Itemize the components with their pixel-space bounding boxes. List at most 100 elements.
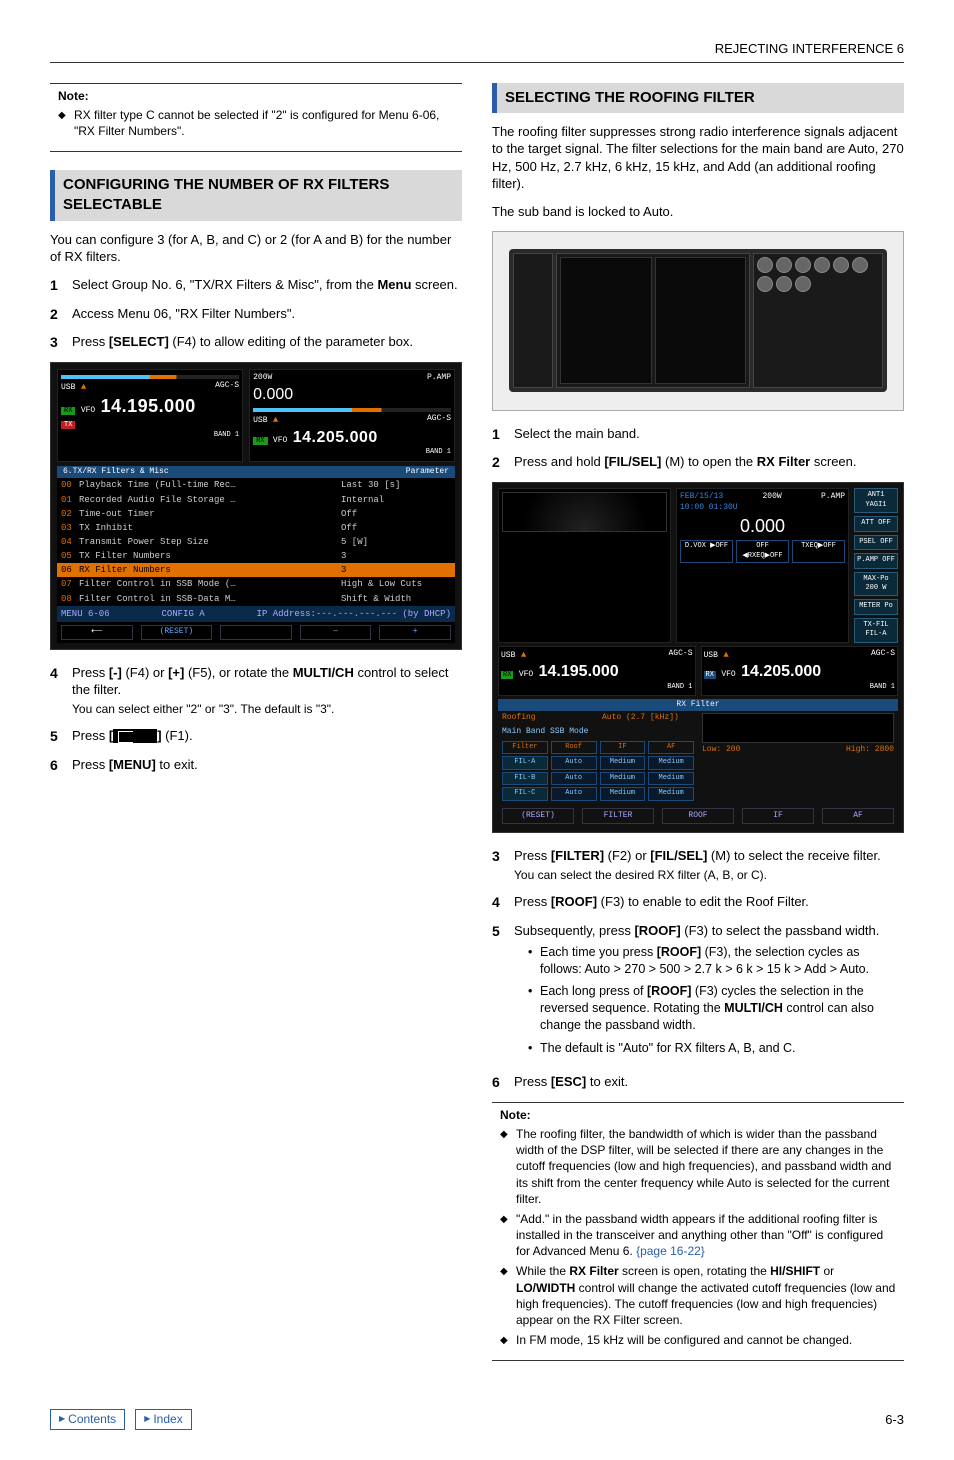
z: 0.000 bbox=[680, 514, 845, 538]
usb: USB bbox=[501, 651, 515, 660]
step-text: Press [ESC] to exit. bbox=[514, 1073, 904, 1091]
usb: USB bbox=[61, 383, 75, 392]
toggle: D.VOX ▶OFF bbox=[680, 540, 733, 563]
menu-row: 00Playback Time (Full-time Rec…Last 30 [… bbox=[57, 478, 455, 492]
soft-button: (RESET) bbox=[502, 808, 574, 825]
t: Press bbox=[514, 1074, 551, 1089]
soft-button: ⟵ bbox=[61, 625, 133, 640]
t: Press bbox=[72, 665, 109, 680]
mh-l: 6.TX/RX Filters & Misc bbox=[63, 467, 406, 478]
t: Select Group No. 6, "TX/RX Filters & Mis… bbox=[72, 277, 377, 292]
note-item: In FM mode, 15 kHz will be configured an… bbox=[500, 1332, 896, 1348]
b: [SELECT] bbox=[109, 334, 169, 349]
b: [FIL/SEL] bbox=[650, 848, 707, 863]
note-title: Note: bbox=[500, 1107, 896, 1123]
p2: The sub band is locked to Auto. bbox=[492, 203, 904, 221]
t: (F3) to select the passband width. bbox=[681, 923, 880, 938]
pw: 200W bbox=[763, 492, 782, 503]
device-photo bbox=[492, 231, 904, 411]
step-num: 1 bbox=[50, 276, 72, 295]
pamp: P.AMP bbox=[427, 373, 451, 384]
rx: RX bbox=[501, 671, 513, 679]
rl: Roofing bbox=[502, 713, 602, 724]
f-m: CONFIG A bbox=[161, 608, 204, 620]
step-num: 5 bbox=[50, 727, 72, 746]
t: Press and hold bbox=[514, 454, 604, 469]
t: to exit. bbox=[586, 1074, 628, 1089]
b: [ESC] bbox=[551, 1074, 586, 1089]
note-item: "Add." in the passband width appears if … bbox=[500, 1211, 896, 1260]
vfo: VFO bbox=[81, 406, 95, 415]
side-button: METER Po bbox=[854, 599, 898, 614]
right-column: SELECTING THE ROOFING FILTER The roofing… bbox=[492, 83, 904, 1380]
menu-row: 05TX Filter Numbers3 bbox=[57, 549, 455, 563]
t: (F4) to allow editing of the parameter b… bbox=[169, 334, 413, 349]
t: (M) to select the receive filter. bbox=[707, 848, 880, 863]
hi: High: 2800 bbox=[846, 745, 894, 756]
t: to exit. bbox=[156, 757, 198, 772]
step-text: Select Group No. 6, "TX/RX Filters & Mis… bbox=[72, 276, 462, 294]
side-button: ATT OFF bbox=[854, 516, 898, 531]
soft-button: IF bbox=[742, 808, 814, 825]
page-number: 6-3 bbox=[885, 1411, 904, 1429]
contents-button[interactable]: Contents bbox=[50, 1409, 125, 1429]
agc: AGC-S bbox=[427, 414, 451, 425]
toggle: OFF ◀RXEQ▶OFF bbox=[736, 540, 789, 563]
menu-row: 08Filter Control in SSB-Data M…Shift & W… bbox=[57, 592, 455, 606]
t: Subsequently, press bbox=[514, 923, 634, 938]
freq-a: 14.195.000 bbox=[101, 396, 196, 416]
soft-button: AF bbox=[822, 808, 894, 825]
page-header: REJECTING INTERFERENCE 6 bbox=[50, 40, 904, 63]
steps-left-1: 1 Select Group No. 6, "TX/RX Filters & M… bbox=[50, 276, 462, 353]
note-box-top: Note: RX filter type C cannot be selecte… bbox=[50, 83, 462, 153]
soft-button: ROOF bbox=[662, 808, 734, 825]
step-text: Subsequently, press [ROOF] (F3) to selec… bbox=[514, 922, 904, 1063]
b: [ROOF] bbox=[634, 923, 680, 938]
rx-filter-screenshot: FEB/15/13200WP.AMP 10:00 01:30U 0.000 D.… bbox=[492, 482, 904, 833]
sub: You can select the desired RX filter (A,… bbox=[514, 867, 904, 883]
t: (F3) to enable to edit the Roof Filter. bbox=[597, 894, 809, 909]
rxh: RX Filter bbox=[498, 699, 898, 712]
b: [-] bbox=[109, 665, 122, 680]
bd: BAND 1 bbox=[501, 683, 693, 692]
fb: 14.205.000 bbox=[741, 663, 821, 680]
menu-row: 03TX InhibitOff bbox=[57, 521, 455, 535]
filter-row: FIL-AAutoMediumMedium bbox=[502, 756, 694, 769]
side-button: PSEL OFF bbox=[854, 535, 898, 550]
b: [FILTER] bbox=[551, 848, 604, 863]
menu-row: 02Time-out TimerOff bbox=[57, 507, 455, 521]
steps-right-2: 3 Press [FILTER] (F2) or [FIL/SEL] (M) t… bbox=[492, 847, 904, 1091]
zero: 0.000 bbox=[253, 384, 451, 406]
note-item: RX filter type C cannot be selected if "… bbox=[58, 107, 454, 139]
step-num: 5 bbox=[492, 922, 514, 941]
index-button[interactable]: Index bbox=[135, 1409, 192, 1429]
side-button: MAX-Po 200 W bbox=[854, 572, 898, 597]
b: [ROOF] bbox=[551, 894, 597, 909]
step-num: 1 bbox=[492, 425, 514, 444]
b: MULTI/CH bbox=[293, 665, 354, 680]
dt2: 10:00 01:30U bbox=[680, 503, 845, 514]
menu-row: 01Recorded Audio File Storage …Internal bbox=[57, 493, 455, 507]
rx: RX bbox=[704, 671, 716, 679]
note-item: While the RX Filter screen is open, rota… bbox=[500, 1263, 896, 1328]
th: Filter bbox=[502, 741, 548, 754]
t: (F5), or rotate the bbox=[184, 665, 292, 680]
step-text: Press [MENU] to exit. bbox=[72, 756, 462, 774]
th: IF bbox=[600, 741, 646, 754]
step-num: 2 bbox=[50, 305, 72, 324]
b: [+] bbox=[168, 665, 184, 680]
step-num: 6 bbox=[492, 1073, 514, 1092]
page-link[interactable]: {page 16-22} bbox=[636, 1244, 705, 1258]
bd: BAND 1 bbox=[704, 683, 896, 692]
note-title: Note: bbox=[58, 88, 454, 104]
lo: Low: 200 bbox=[702, 745, 740, 756]
soft-button: FILTER bbox=[582, 808, 654, 825]
menu-row: 06RX Filter Numbers3 bbox=[57, 563, 455, 577]
fa: 14.195.000 bbox=[539, 663, 619, 680]
step-text: Press and hold [FIL/SEL] (M) to open the… bbox=[514, 453, 904, 471]
b: [MENU] bbox=[109, 757, 156, 772]
th: Roof bbox=[551, 741, 597, 754]
bullet: Each time you press [ROOF] (F3), the sel… bbox=[528, 944, 904, 978]
t: (F4) or bbox=[122, 665, 168, 680]
step-text: Press [-] (F4) or [+] (F5), or rotate th… bbox=[72, 664, 462, 717]
